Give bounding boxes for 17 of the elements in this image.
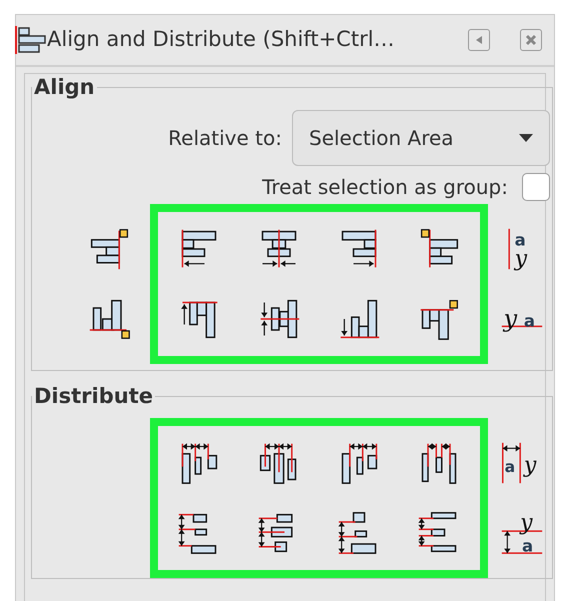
group-label: Treat selection as group: [262, 174, 508, 200]
text-align-button[interactable]: y a [492, 284, 552, 354]
section-title: Distribute [33, 382, 154, 410]
triangle-icon [474, 35, 484, 45]
relative-label: Relative to: [168, 124, 282, 152]
text-align-button[interactable]: a y [492, 428, 552, 498]
close-button[interactable] [520, 29, 542, 51]
collapse-button[interactable] [468, 29, 490, 51]
align-left-icon [15, 24, 47, 56]
close-icon [525, 34, 537, 46]
relative-dropdown[interactable]: Selection Area [292, 110, 550, 166]
text-align-button[interactable]: y a [492, 498, 552, 568]
section-title: Align [33, 74, 96, 101]
group-checkbox[interactable] [522, 172, 550, 200]
caret-icon [519, 134, 533, 142]
panel-title: Align and Distribute (Shift+Ctrl… [47, 26, 395, 54]
text-align-button[interactable]: a y [492, 214, 552, 284]
